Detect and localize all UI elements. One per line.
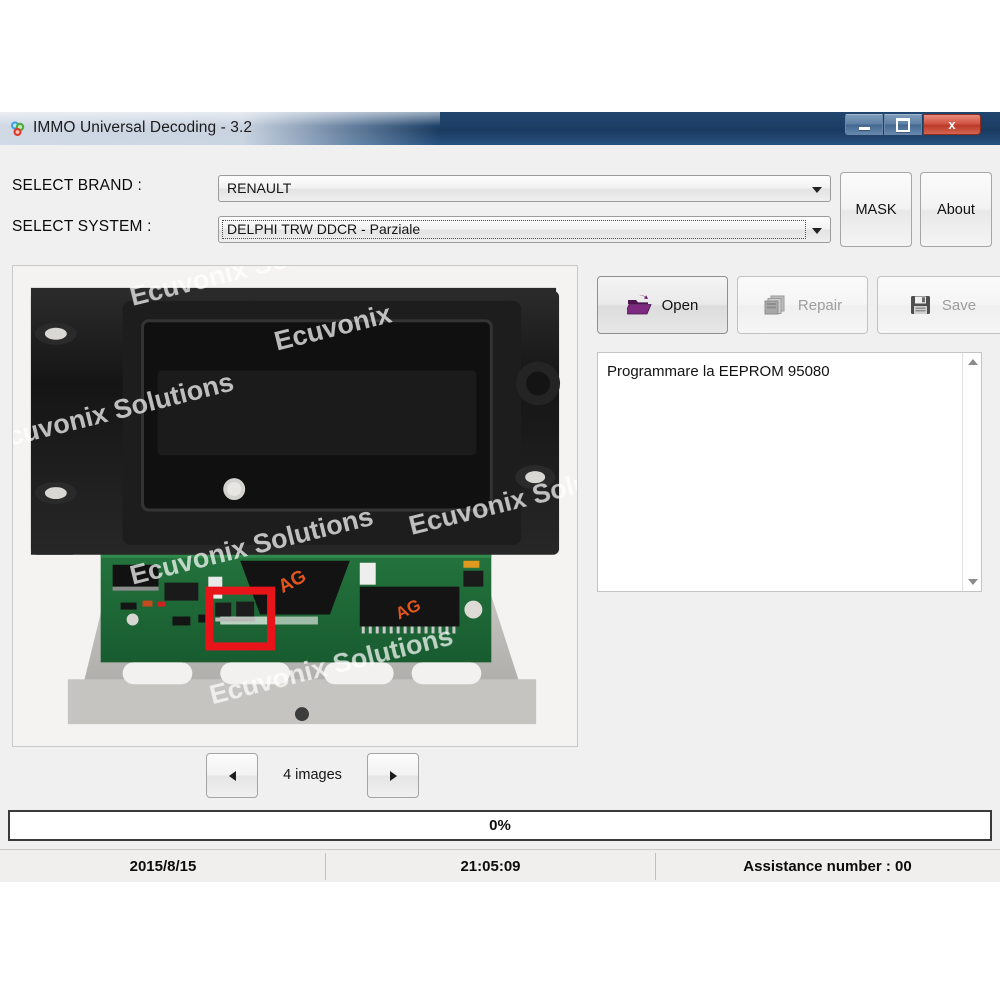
about-button[interactable]: About	[920, 172, 992, 247]
select-brand-dropdown[interactable]: RENAULT	[218, 175, 831, 202]
open-folder-icon	[626, 295, 652, 315]
message-text: Programmare la EEPROM 95080	[607, 363, 830, 380]
select-brand-value: RENAULT	[227, 180, 292, 196]
repair-button-label: Repair	[797, 296, 843, 314]
scroll-up-button[interactable]	[963, 353, 982, 371]
previous-image-button[interactable]	[206, 753, 258, 798]
select-system-dropdown[interactable]: DELPHI TRW DDCR - Parziale	[218, 216, 831, 243]
maximize-icon	[885, 115, 921, 134]
arrow-left-icon	[228, 770, 236, 781]
application-window: IMMO Universal Decoding - 3.2 x SELECT B…	[0, 112, 1000, 882]
close-button[interactable]: x	[923, 114, 981, 135]
open-button[interactable]: Open	[597, 276, 728, 334]
arrow-right-icon	[389, 770, 397, 781]
scroll-down-button[interactable]	[963, 573, 982, 591]
open-button-label: Open	[661, 296, 699, 314]
status-date: 2015/8/15	[129, 857, 197, 875]
progress-bar: 0%	[8, 810, 992, 841]
triangle-down-icon	[967, 579, 978, 585]
repair-button[interactable]: Repair	[737, 276, 868, 334]
next-image-button[interactable]	[367, 753, 419, 798]
progress-percent-label: 0%	[489, 817, 511, 834]
message-text-area[interactable]: Programmare la EEPROM 95080	[597, 352, 982, 592]
save-button-label: Save	[941, 296, 977, 314]
maximize-button[interactable]	[884, 114, 922, 135]
window-title: IMMO Universal Decoding - 3.2	[33, 119, 253, 136]
status-assistance-number: Assistance number : 00	[743, 857, 912, 875]
select-system-value: DELPHI TRW DDCR - Parziale	[227, 221, 421, 237]
status-bar: 2015/8/15 21:05:09 Assistance number : 0…	[0, 849, 1000, 882]
title-bar: IMMO Universal Decoding - 3.2 x	[0, 112, 1000, 145]
floppy-disk-icon	[910, 296, 930, 314]
close-icon: x	[948, 117, 956, 132]
select-system-label: SELECT SYSTEM :	[12, 218, 152, 235]
status-time: 21:05:09	[460, 857, 521, 875]
message-scrollbar[interactable]	[962, 353, 981, 591]
immo-app-icon	[11, 121, 25, 136]
minimize-icon	[846, 115, 882, 134]
chevron-down-icon	[812, 187, 822, 193]
minimize-button[interactable]	[845, 114, 883, 135]
ecu-image-panel[interactable]: AG AG Ecuvonix Solutions Ecuvonix Ecuvon…	[12, 265, 578, 747]
repair-copy-icon	[764, 295, 785, 315]
save-button[interactable]: Save	[877, 276, 1000, 334]
mask-button[interactable]: MASK	[840, 172, 912, 247]
select-brand-label: SELECT BRAND :	[12, 177, 142, 194]
ecu-photo: AG AG Ecuvonix Solutions Ecuvonix Ecuvon…	[13, 266, 577, 746]
chevron-down-icon	[812, 228, 822, 234]
triangle-up-icon	[967, 359, 978, 365]
image-count-label: 4 images	[283, 767, 342, 783]
